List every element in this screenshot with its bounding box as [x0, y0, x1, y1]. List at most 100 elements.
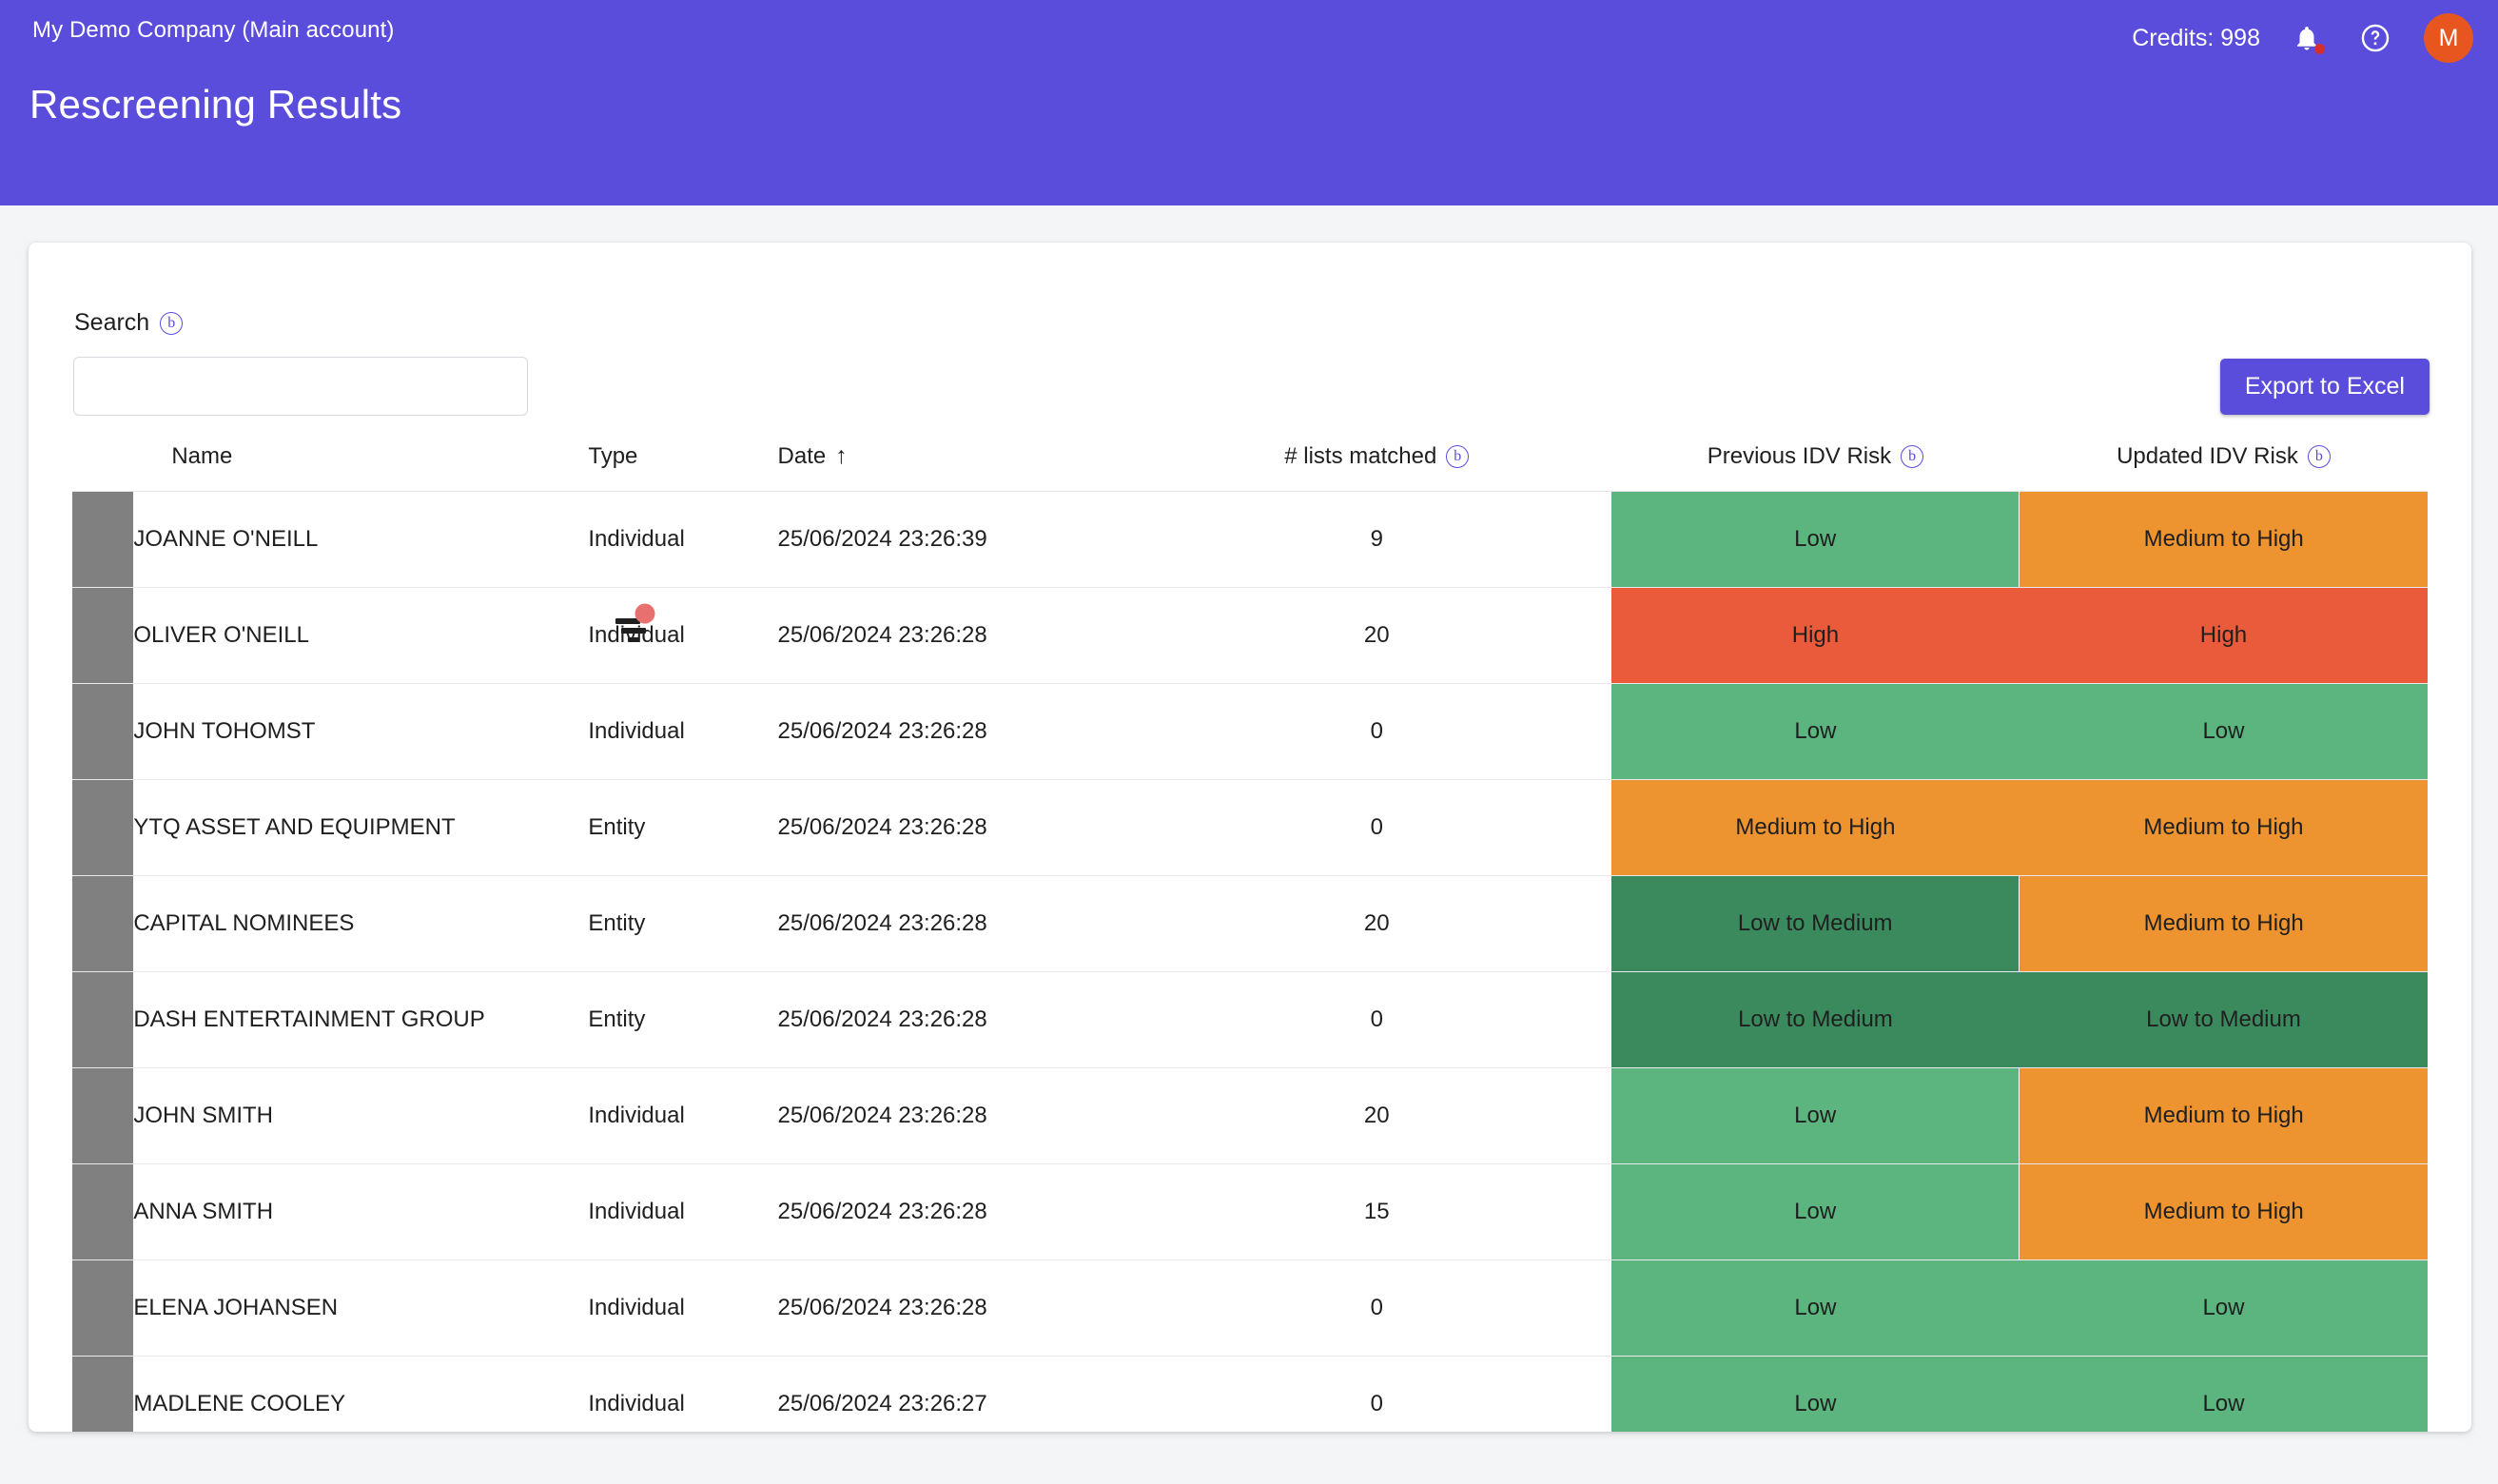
- cell-previous-idv-risk: Medium to High: [1610, 779, 2020, 876]
- column-header-type[interactable]: Type: [588, 442, 778, 492]
- cell-date: 25/06/2024 23:26:28: [777, 1067, 1142, 1164]
- updated-idv-risk-info-icon[interactable]: b: [2307, 445, 2331, 468]
- table-body: JOANNE O'NEILL Individual 25/06/2024 23:26…: [72, 491, 2428, 1432]
- column-header-updated-idv-risk[interactable]: Updated IDV Risk b: [2019, 442, 2428, 492]
- search-info-icon[interactable]: b: [160, 311, 184, 335]
- table-toolbar: Search b Export to Excel: [29, 243, 2471, 642]
- cell-type: Individual: [588, 683, 778, 780]
- export-to-excel-button[interactable]: Export to Excel: [2219, 359, 2430, 415]
- notification-badge: [2314, 44, 2325, 54]
- cell-date: 25/06/2024 23:26:28: [777, 971, 1142, 1068]
- cell-lists-matched: 20: [1142, 1067, 1611, 1164]
- cell-date: 25/06/2024 23:26:28: [777, 875, 1142, 972]
- cell-lists-matched: 15: [1142, 1163, 1611, 1260]
- cell-lists-matched: 20: [1142, 875, 1611, 972]
- column-header-lists-matched[interactable]: # lists matched b: [1142, 442, 1611, 492]
- bell-icon[interactable]: [2285, 16, 2329, 60]
- search-label-group: Search b: [74, 309, 184, 337]
- cell-lists-matched: 0: [1142, 1356, 1611, 1432]
- cell-name: YTQ ASSET AND EQUIPMENT: [133, 779, 589, 876]
- help-circle-icon[interactable]: [2353, 16, 2397, 60]
- avatar[interactable]: M: [2424, 13, 2473, 63]
- cell-updated-idv-risk: High: [2019, 587, 2428, 684]
- table-row[interactable]: JOHN SMITH Individual 25/06/2024 23:26:28 2…: [72, 1067, 2428, 1164]
- cell-previous-idv-risk: Low: [1610, 1259, 2020, 1357]
- cell-type: Individual: [588, 1067, 778, 1164]
- table-row[interactable]: OLIVER O'NEILL Individual 25/06/2024 23:26…: [72, 587, 2428, 684]
- cell-name: MADLENE COOLEY: [133, 1356, 589, 1432]
- th-marker: [72, 442, 134, 492]
- cell-updated-idv-risk: Low to Medium: [2019, 971, 2428, 1068]
- table-row[interactable]: CAPITAL NOMINEES Entity 25/06/2024 23:26:2…: [72, 875, 2428, 972]
- cell-updated-idv-risk: Low: [2019, 1356, 2428, 1432]
- cell-name: OLIVER O'NEILL: [133, 587, 589, 684]
- app-header: My Demo Company (Main account) Rescreeni…: [0, 0, 2498, 205]
- column-label-type: Type: [588, 443, 638, 469]
- table-head: Name Type Date ↑ # lists matched b Previ…: [72, 442, 2428, 492]
- account-name: My Demo Company (Main account): [32, 17, 395, 43]
- cell-previous-idv-risk: Low: [1610, 683, 2020, 780]
- search-label: Search: [74, 309, 150, 336]
- cell-date: 25/06/2024 23:26:27: [777, 1356, 1142, 1432]
- sort-ascending-icon: ↑: [835, 442, 848, 469]
- column-header-name[interactable]: Name: [133, 442, 589, 492]
- table-row[interactable]: ELENA JOHANSEN Individual 25/06/2024 23:26…: [72, 1259, 2428, 1357]
- column-header-previous-idv-risk[interactable]: Previous IDV Risk b: [1610, 442, 2020, 492]
- cell-lists-matched: 20: [1142, 587, 1611, 684]
- cell-lists-matched: 0: [1142, 971, 1611, 1068]
- cell-previous-idv-risk: Low: [1610, 1163, 2020, 1260]
- cell-updated-idv-risk: Medium to High: [2019, 779, 2428, 876]
- row-marker: [72, 1259, 134, 1357]
- cell-name: JOHN TOHOMST: [133, 683, 589, 780]
- column-label-name: Name: [171, 443, 233, 469]
- cell-updated-idv-risk: Medium to High: [2019, 875, 2428, 972]
- row-marker: [72, 1356, 134, 1432]
- cell-updated-idv-risk: Medium to High: [2019, 491, 2428, 588]
- cell-name: JOHN SMITH: [133, 1067, 589, 1164]
- cell-previous-idv-risk: High: [1610, 587, 2020, 684]
- filter-icon[interactable]: [606, 596, 661, 652]
- cell-name: CAPITAL NOMINEES: [133, 875, 589, 972]
- cell-name: DASH ENTERTAINMENT GROUP: [133, 971, 589, 1068]
- row-marker: [72, 971, 134, 1068]
- credits-label: Credits: 998: [2132, 24, 2260, 51]
- cell-updated-idv-risk: Medium to High: [2019, 1163, 2428, 1260]
- column-header-date[interactable]: Date ↑: [777, 442, 1142, 492]
- table-row[interactable]: MADLENE COOLEY Individual 25/06/2024 23:26…: [72, 1356, 2428, 1432]
- table-row[interactable]: DASH ENTERTAINMENT GROUP Entity 25/06/2024…: [72, 971, 2428, 1068]
- row-marker: [72, 1163, 134, 1260]
- table-header-row: Name Type Date ↑ # lists matched b Previ…: [72, 442, 2428, 492]
- cell-type: Individual: [588, 491, 778, 588]
- row-marker: [72, 875, 134, 972]
- cell-type: Individual: [588, 1356, 778, 1432]
- table-row[interactable]: JOHN TOHOMST Individual 25/06/2024 23:26:2…: [72, 683, 2428, 780]
- cell-type: Entity: [588, 779, 778, 876]
- page-title: Rescreening Results: [29, 82, 402, 127]
- cell-previous-idv-risk: Low to Medium: [1610, 875, 2020, 972]
- cell-type: Individual: [588, 1259, 778, 1357]
- row-marker: [72, 779, 134, 876]
- rescreening-results-table: Name Type Date ↑ # lists matched b Previ…: [72, 442, 2428, 1432]
- lists-matched-info-icon[interactable]: b: [1446, 445, 1470, 468]
- column-label-date: Date: [777, 442, 827, 469]
- cell-updated-idv-risk: Low: [2019, 683, 2428, 780]
- header-actions: Credits: 998 M: [2132, 10, 2473, 67]
- column-label-lists-matched: # lists matched: [1284, 443, 1437, 469]
- table-row[interactable]: JOANNE O'NEILL Individual 25/06/2024 23:26…: [72, 491, 2428, 588]
- cell-name: JOANNE O'NEILL: [133, 491, 589, 588]
- table-row[interactable]: YTQ ASSET AND EQUIPMENT Entity 25/06/2024 …: [72, 779, 2428, 876]
- search-input[interactable]: [73, 357, 528, 416]
- cell-type: Entity: [588, 971, 778, 1068]
- cell-date: 25/06/2024 23:26:28: [777, 683, 1142, 780]
- cell-lists-matched: 9: [1142, 491, 1611, 588]
- cell-previous-idv-risk: Low to Medium: [1610, 971, 2020, 1068]
- row-marker: [72, 491, 134, 588]
- table-row[interactable]: ANNA SMITH Individual 25/06/2024 23:26:28 1…: [72, 1163, 2428, 1260]
- row-marker: [72, 683, 134, 780]
- cell-name: ELENA JOHANSEN: [133, 1259, 589, 1357]
- cell-date: 25/06/2024 23:26:39: [777, 491, 1142, 588]
- cell-updated-idv-risk: Medium to High: [2019, 1067, 2428, 1164]
- previous-idv-risk-info-icon[interactable]: b: [1901, 445, 1924, 468]
- row-marker: [72, 1067, 134, 1164]
- row-marker: [72, 587, 134, 684]
